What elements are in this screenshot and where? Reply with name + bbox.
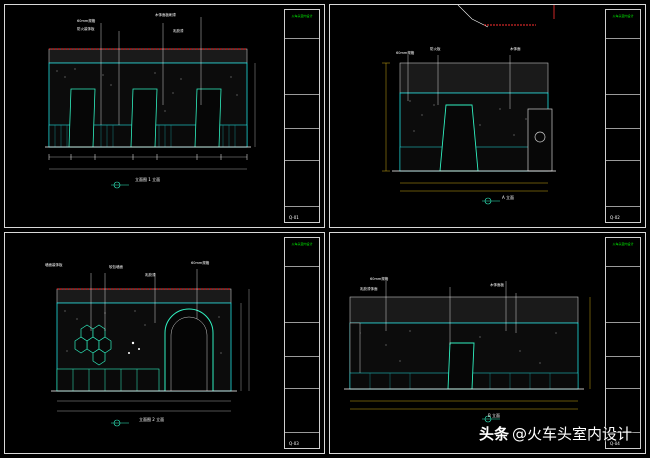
drawing-number: Q-03 (289, 441, 299, 446)
door-2 (130, 88, 158, 148)
callout-label: 木饰面 (510, 47, 521, 51)
drawing-sheet-1[interactable]: 60mm规格 防火装饰板 木饰面板刷漆 乳胶漆 立面图 1 立面 火车头室内设计… (4, 4, 325, 228)
callout-label: 60mm规格 (370, 277, 389, 281)
company-name: 火车头室内设计 (612, 242, 634, 246)
view-title: B 立面 (488, 413, 501, 418)
view-title: A 立面 (502, 195, 515, 200)
drawing-number: Q-02 (610, 215, 620, 220)
title-block: 火车头室内设计 Q-03 (284, 237, 320, 449)
callout-label: 60mm规格 (396, 51, 415, 55)
drawing-number: Q-01 (289, 215, 299, 220)
company-name: 火车头室内设计 (291, 242, 313, 246)
drawing-sheet-2[interactable]: 60mm规格 防火板 木饰面 A 立面 火车头室内设计 Q-02 (329, 4, 646, 228)
view-title: 立面图 1 立面 (135, 177, 161, 182)
watermark-handle: @火车头室内设计 (511, 425, 632, 443)
title-block: 火车头室内设计 Q-04 (605, 237, 641, 449)
callout-label: 软包墙面 (109, 265, 123, 269)
company-name: 火车头室内设计 (612, 14, 634, 18)
title-block: 火车头室内设计 Q-01 (284, 9, 320, 223)
drawing-sheet-4[interactable]: 60mm规格 乳胶漆饰面 木饰面板 B 立面 火车头室内设计 Q-04 (329, 232, 646, 454)
view-title: 立面图 2 立面 (139, 417, 165, 422)
callout-label: 墙面装饰板 (45, 263, 63, 267)
drawing-sheet-3[interactable]: 墙面装饰板 软包墙面 乳胶漆 60mm规格 立面图 2 立面 火车头室内设计 Q… (4, 232, 325, 454)
watermark: 头条 @火车头室内设计 (479, 423, 632, 444)
callout-label: 木饰面板 (490, 283, 504, 287)
callout-label: 60mm规格 (191, 261, 210, 265)
callout-label: 木饰面板刷漆 (155, 13, 176, 17)
callout-label: 防火装饰板 (77, 27, 95, 31)
elevation-drawing-2 (382, 5, 556, 205)
company-name: 火车头室内设计 (291, 14, 313, 18)
watermark-brand: 头条 (478, 425, 509, 443)
callout-label: 乳胶漆 (173, 29, 184, 33)
title-block: 火车头室内设计 Q-02 (605, 9, 641, 223)
callout-label: 乳胶漆饰面 (360, 287, 378, 291)
elevation-drawing-4 (344, 281, 591, 423)
door-1 (68, 88, 96, 148)
door-3 (194, 88, 222, 148)
callout-label: 防火板 (430, 47, 441, 51)
elevation-drawing-1 (45, 17, 256, 189)
callout-label: 乳胶漆 (145, 273, 156, 277)
callout-label: 60mm规格 (77, 19, 96, 23)
